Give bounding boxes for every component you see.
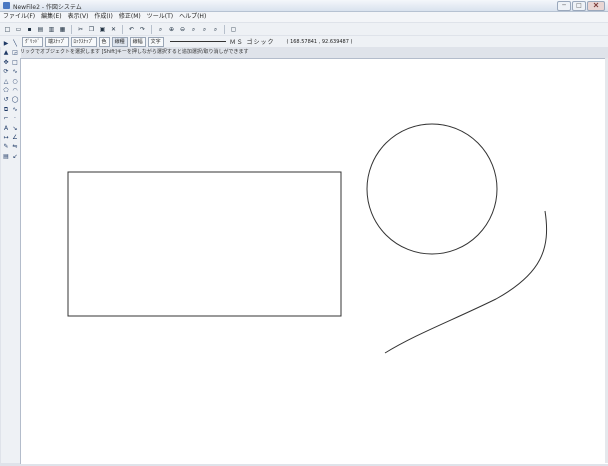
color-button[interactable]: 色 xyxy=(98,36,110,47)
window-title: NewFile2 - 作図システム xyxy=(13,4,82,11)
zoom-out-icon[interactable]: ⊖ xyxy=(178,25,187,34)
zoom-fit-icon[interactable]: ⌕ xyxy=(200,25,209,34)
redo-icon[interactable]: ↷ xyxy=(138,25,147,34)
pick-tool[interactable]: ◲ xyxy=(11,49,19,57)
curve-tool[interactable]: ∿ xyxy=(11,68,19,76)
print-preview-icon[interactable]: ▥ xyxy=(47,25,56,34)
menu-bar: ファイル(F) 編集(E) 表示(V) 作成(I) 修正(M) ツール(T) ヘ… xyxy=(0,12,608,22)
print-icon[interactable]: ▤ xyxy=(36,25,45,34)
mirror-tool[interactable]: ⇋ xyxy=(11,143,19,151)
new-icon[interactable]: □ xyxy=(3,25,12,34)
group-tool[interactable]: ⧉ xyxy=(2,106,10,114)
page-setup-icon[interactable]: ▦ xyxy=(58,25,67,34)
point-tool[interactable]: · xyxy=(11,115,19,123)
close-button[interactable] xyxy=(587,1,605,11)
erase-tool[interactable]: ↙ xyxy=(11,153,19,161)
save-icon[interactable]: ▪ xyxy=(25,25,34,34)
window-controls: ─ □ xyxy=(557,1,605,11)
redraw-icon[interactable]: ▢ xyxy=(229,25,238,34)
trim-tool[interactable]: ⌐ xyxy=(2,115,10,123)
drawn-spline[interactable] xyxy=(384,210,548,354)
copy-icon[interactable]: ❐ xyxy=(87,25,96,34)
drawing-toolbox: ▶ ╲ ▲ ◲ ✥ □ ⟳ ∿ △ ○ ⬠ ◠ ↺ ◯ ⧉ ∿ ⌐ · A ↘ ↦ ∠ ✎ ⇋ ▤ ↙ xyxy=(1,36,21,463)
toolbar-separator xyxy=(224,24,225,34)
line-tool[interactable]: ╲ xyxy=(11,40,19,48)
leader-tool[interactable]: ↘ xyxy=(11,125,19,133)
standard-toolbar: □ ▭ ▪ ▤ ▥ ▦ ✂ ❐ ▣ ✕ ↶ ↷ ⌕ ⊕ ⊖ ⌕ ⌕ ⌕ ▢ xyxy=(0,23,608,35)
zoom-in-icon[interactable]: ⊕ xyxy=(167,25,176,34)
paste-icon[interactable]: ▣ xyxy=(98,25,107,34)
maximize-button[interactable]: □ xyxy=(572,1,586,11)
cursor-coordinates: ( 168.57841 , 92.639487 ) xyxy=(286,38,353,45)
zoom-previous-icon[interactable]: ⌕ xyxy=(211,25,220,34)
close-icon xyxy=(593,2,599,8)
move-tool[interactable]: ✥ xyxy=(2,59,10,67)
fill-tool[interactable]: ✎ xyxy=(2,143,10,151)
line-type-button[interactable]: 線種 xyxy=(111,36,128,47)
menu-edit[interactable]: 編集(E) xyxy=(38,12,64,22)
property-toolbar: ｸﾞﾘｯﾄﾞ 端ｽﾅｯﾌﾟ ﾛｯｸｽﾅｯﾌﾟ 色 線種 線幅 文字 ＭＳ ゴシッ… xyxy=(0,36,608,47)
minimize-button[interactable]: ─ xyxy=(557,1,571,11)
text-tool[interactable]: A xyxy=(2,125,10,133)
line-width-button[interactable]: 線幅 xyxy=(129,36,146,47)
undo-shape-tool[interactable]: ↺ xyxy=(2,96,10,104)
lock-snap-button[interactable]: ﾛｯｸｽﾅｯﾌﾟ xyxy=(70,36,97,47)
menu-file[interactable]: ファイル(F) xyxy=(0,12,38,22)
title-bar: NewFile2 - 作図システム ─ □ xyxy=(0,0,608,12)
angle-dimension-tool[interactable]: ∠ xyxy=(11,134,19,142)
undo-icon[interactable]: ↶ xyxy=(127,25,136,34)
zoom-window-icon[interactable]: ⌕ xyxy=(156,25,165,34)
app-icon xyxy=(3,2,10,9)
toolbar-separator xyxy=(71,24,72,34)
rotate-tool[interactable]: ⟳ xyxy=(2,68,10,76)
ellipse-tool[interactable]: ◯ xyxy=(11,96,19,104)
font-selector[interactable]: ＭＳ ゴシック xyxy=(230,37,275,46)
text-button[interactable]: 文字 xyxy=(147,36,164,47)
hatch-tool[interactable]: ▤ xyxy=(2,153,10,161)
triangle-tool[interactable]: △ xyxy=(2,78,10,86)
drawing-svg xyxy=(67,123,548,354)
line-style-sample[interactable] xyxy=(169,41,226,42)
delete-icon[interactable]: ✕ xyxy=(109,25,118,34)
rectangle-tool[interactable]: □ xyxy=(11,59,19,67)
zoom-all-icon[interactable]: ⌕ xyxy=(189,25,198,34)
spline-tool[interactable]: ∿ xyxy=(11,106,19,114)
menu-modify[interactable]: 修正(M) xyxy=(116,12,144,22)
select-tool[interactable]: ▶ xyxy=(2,40,10,48)
pointer-tool[interactable]: ▲ xyxy=(2,49,10,57)
cut-icon[interactable]: ✂ xyxy=(76,25,85,34)
drawing-canvas[interactable] xyxy=(20,58,608,464)
status-message: 左クリックでオブジェクトを選択します [Shift]キーを押しながら選択すると追… xyxy=(10,49,249,55)
drawn-circle[interactable] xyxy=(366,123,498,255)
menu-view[interactable]: 表示(V) xyxy=(65,12,92,22)
grid-button[interactable]: ｸﾞﾘｯﾄﾞ xyxy=(22,36,44,47)
drawn-rectangle[interactable] xyxy=(67,171,342,317)
menu-tools[interactable]: ツール(T) xyxy=(144,12,176,22)
arc-tool[interactable]: ◠ xyxy=(11,87,19,95)
open-icon[interactable]: ▭ xyxy=(14,25,23,34)
endpoint-snap-button[interactable]: 端ｽﾅｯﾌﾟ xyxy=(45,36,69,47)
dimension-tool[interactable]: ↦ xyxy=(2,134,10,142)
toolbar-separator xyxy=(151,24,152,34)
toolbar-separator xyxy=(122,24,123,34)
menu-help[interactable]: ヘルプ(H) xyxy=(176,12,209,22)
circle-tool[interactable]: ○ xyxy=(11,78,19,86)
menu-create[interactable]: 作成(I) xyxy=(91,12,115,22)
polygon-tool[interactable]: ⬠ xyxy=(2,87,10,95)
